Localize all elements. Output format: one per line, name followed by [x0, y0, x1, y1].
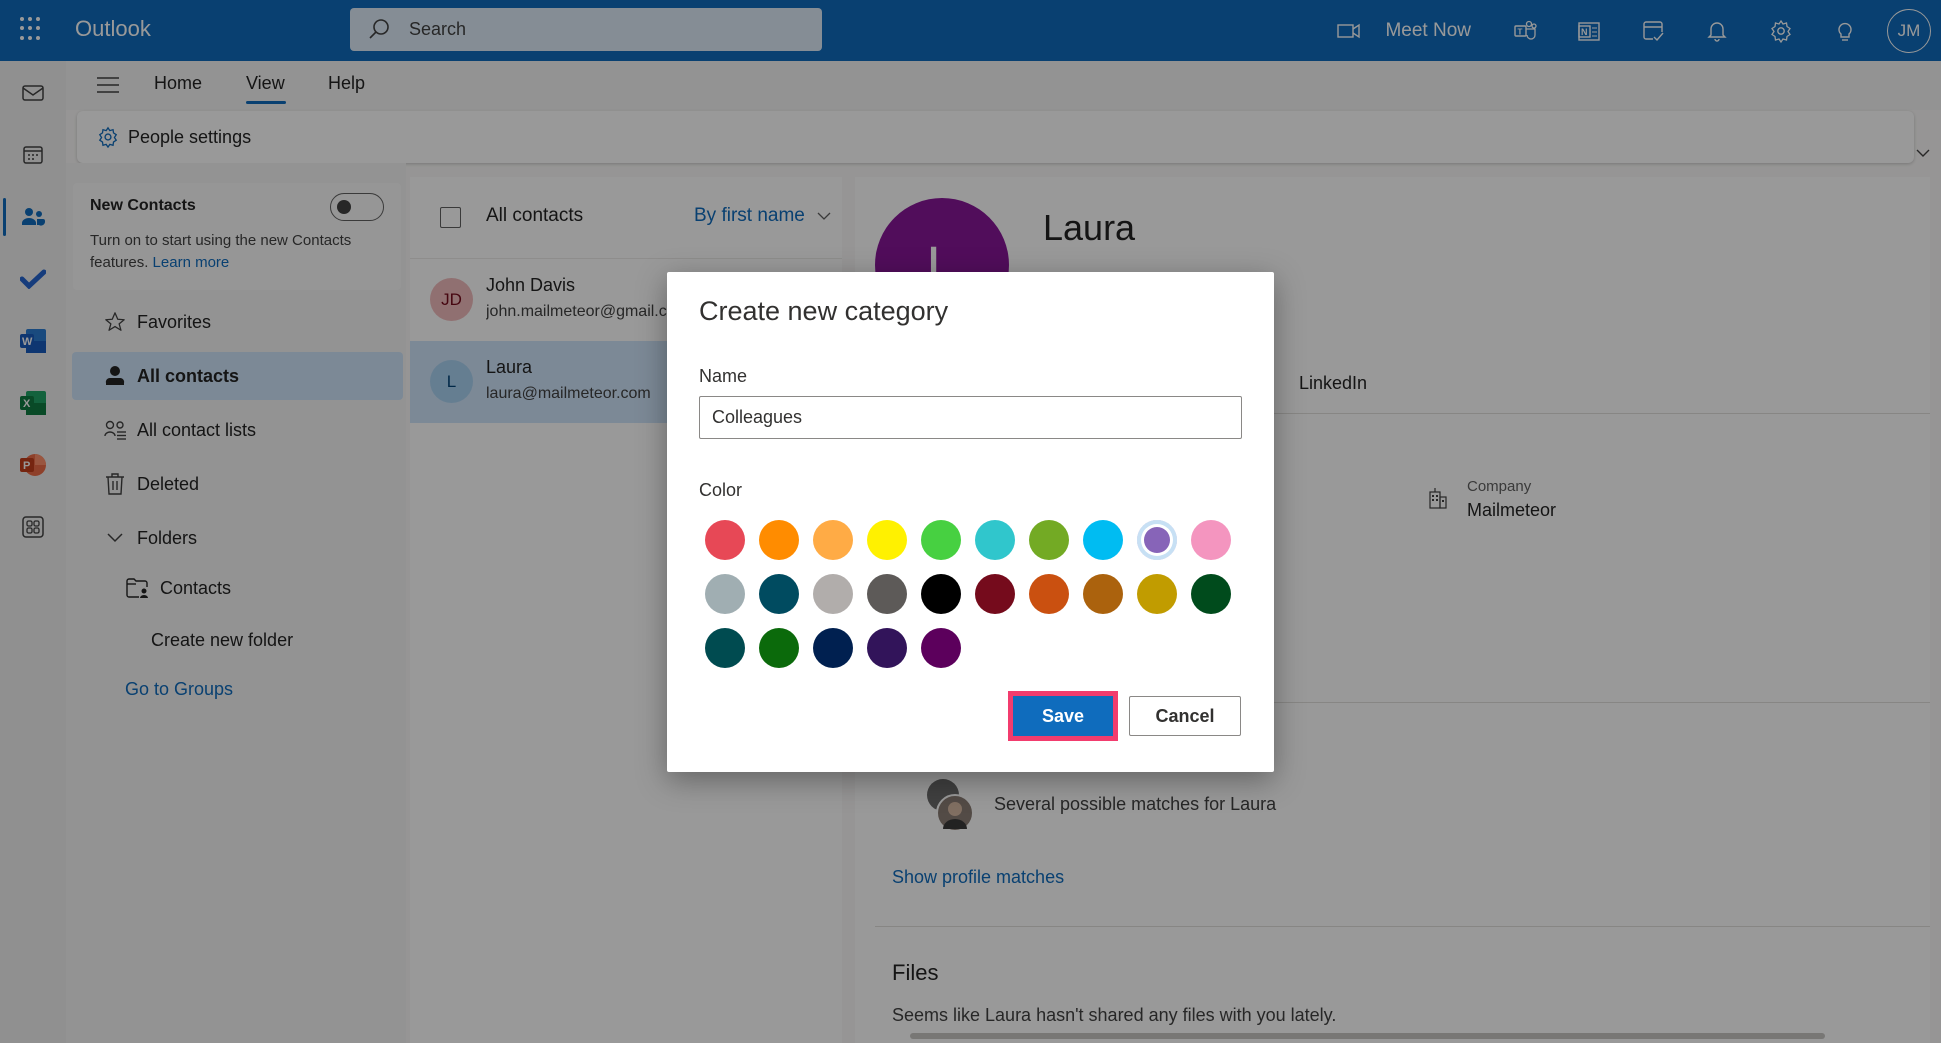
category-name-input[interactable]: [699, 396, 1242, 439]
color-swatch[interactable]: [813, 628, 853, 668]
dialog-title: Create new category: [699, 296, 949, 326]
color-swatch[interactable]: [1191, 520, 1231, 560]
color-swatch[interactable]: [1137, 574, 1177, 614]
color-swatch[interactable]: [705, 628, 745, 668]
color-swatch[interactable]: [1191, 574, 1231, 614]
color-swatch[interactable]: [1083, 574, 1123, 614]
color-swatch[interactable]: [813, 520, 853, 560]
color-swatch[interactable]: [975, 520, 1015, 560]
color-swatch[interactable]: [759, 574, 799, 614]
color-swatch[interactable]: [1137, 520, 1177, 560]
color-swatch[interactable]: [975, 574, 1015, 614]
cancel-button[interactable]: Cancel: [1129, 696, 1241, 736]
color-palette: [705, 520, 1245, 668]
color-swatch[interactable]: [1083, 520, 1123, 560]
color-swatch[interactable]: [1029, 574, 1069, 614]
color-label: Color: [699, 480, 743, 500]
save-button[interactable]: Save: [1008, 691, 1118, 741]
color-swatch[interactable]: [705, 574, 745, 614]
color-swatch[interactable]: [705, 520, 745, 560]
color-swatch[interactable]: [921, 520, 961, 560]
color-swatch[interactable]: [921, 628, 961, 668]
create-category-dialog: Create new category Name Color Save Canc…: [667, 272, 1274, 772]
color-swatch[interactable]: [813, 574, 853, 614]
color-swatch[interactable]: [1029, 520, 1069, 560]
color-swatch[interactable]: [867, 574, 907, 614]
color-swatch[interactable]: [921, 574, 961, 614]
color-swatch[interactable]: [867, 628, 907, 668]
color-swatch[interactable]: [867, 520, 907, 560]
color-swatch[interactable]: [759, 628, 799, 668]
color-swatch[interactable]: [759, 520, 799, 560]
name-label: Name: [699, 366, 748, 386]
